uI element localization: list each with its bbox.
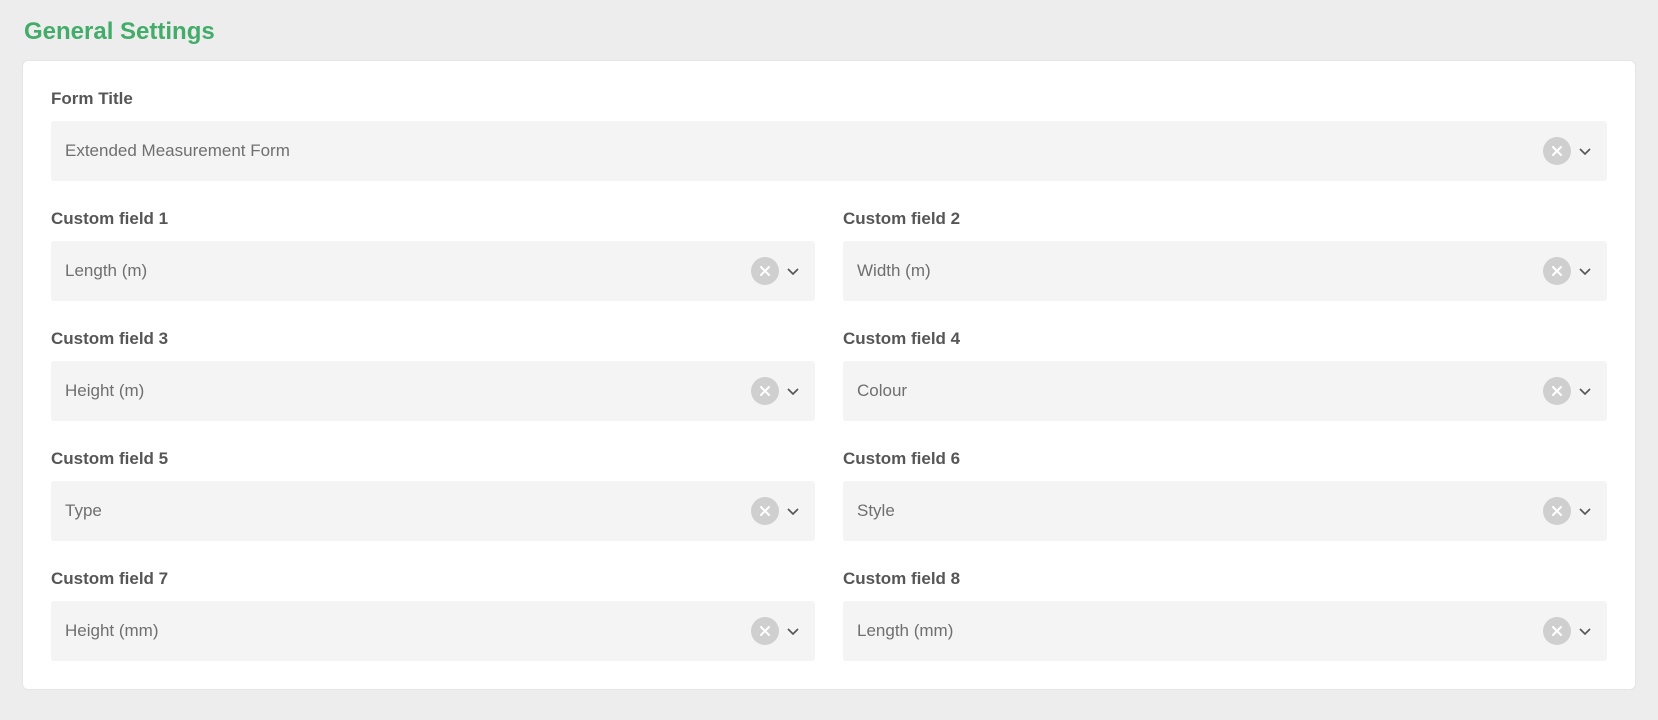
custom-field-input[interactable] xyxy=(857,261,1543,281)
custom-field-label: Custom field 5 xyxy=(51,449,815,469)
chevron-down-icon[interactable] xyxy=(785,386,801,396)
custom-field-label: Custom field 7 xyxy=(51,569,815,589)
custom-field-controls xyxy=(1543,497,1593,525)
form-title-label: Form Title xyxy=(51,89,1607,109)
chevron-down-icon[interactable] xyxy=(785,626,801,636)
clear-icon[interactable] xyxy=(1543,257,1571,285)
custom-field-8: Custom field 8 xyxy=(843,569,1607,661)
custom-field-label: Custom field 1 xyxy=(51,209,815,229)
custom-field-7: Custom field 7 xyxy=(51,569,815,661)
custom-field-input[interactable] xyxy=(65,261,751,281)
custom-field-label: Custom field 6 xyxy=(843,449,1607,469)
custom-field-input-wrap xyxy=(51,241,815,301)
custom-field-input[interactable] xyxy=(65,501,751,521)
form-title-field: Form Title xyxy=(51,89,1607,181)
chevron-down-icon[interactable] xyxy=(1577,506,1593,516)
custom-field-label: Custom field 4 xyxy=(843,329,1607,349)
custom-field-input-wrap xyxy=(843,361,1607,421)
section-title: General Settings xyxy=(24,18,1636,46)
custom-field-input-wrap xyxy=(51,361,815,421)
custom-field-input[interactable] xyxy=(65,381,751,401)
chevron-down-icon[interactable] xyxy=(785,506,801,516)
clear-icon[interactable] xyxy=(751,377,779,405)
custom-field-input-wrap xyxy=(843,481,1607,541)
clear-icon[interactable] xyxy=(751,617,779,645)
custom-field-input[interactable] xyxy=(857,621,1543,641)
custom-field-controls xyxy=(1543,377,1593,405)
form-title-input-wrap xyxy=(51,121,1607,181)
chevron-down-icon[interactable] xyxy=(785,266,801,276)
chevron-down-icon[interactable] xyxy=(1577,266,1593,276)
clear-icon[interactable] xyxy=(1543,497,1571,525)
chevron-down-icon[interactable] xyxy=(1577,146,1593,156)
custom-field-label: Custom field 3 xyxy=(51,329,815,349)
custom-field-controls xyxy=(751,377,801,405)
custom-field-label: Custom field 2 xyxy=(843,209,1607,229)
custom-field-label: Custom field 8 xyxy=(843,569,1607,589)
custom-field-controls xyxy=(1543,257,1593,285)
clear-icon[interactable] xyxy=(751,257,779,285)
custom-field-input[interactable] xyxy=(65,621,751,641)
custom-field-controls xyxy=(751,257,801,285)
custom-field-controls xyxy=(1543,617,1593,645)
clear-icon[interactable] xyxy=(751,497,779,525)
custom-field-controls xyxy=(751,497,801,525)
custom-field-input[interactable] xyxy=(857,381,1543,401)
custom-field-input[interactable] xyxy=(857,501,1543,521)
clear-icon[interactable] xyxy=(1543,377,1571,405)
clear-icon[interactable] xyxy=(1543,137,1571,165)
custom-field-6: Custom field 6 xyxy=(843,449,1607,541)
chevron-down-icon[interactable] xyxy=(1577,626,1593,636)
custom-field-3: Custom field 3 xyxy=(51,329,815,421)
form-title-input[interactable] xyxy=(65,141,1543,161)
custom-field-4: Custom field 4 xyxy=(843,329,1607,421)
settings-panel: Form Title Custom field 1 xyxy=(22,60,1636,690)
custom-field-input-wrap xyxy=(51,601,815,661)
custom-field-controls xyxy=(751,617,801,645)
custom-field-input-wrap xyxy=(51,481,815,541)
custom-field-5: Custom field 5 xyxy=(51,449,815,541)
custom-field-1: Custom field 1 xyxy=(51,209,815,301)
chevron-down-icon[interactable] xyxy=(1577,386,1593,396)
form-title-controls xyxy=(1543,137,1593,165)
custom-field-2: Custom field 2 xyxy=(843,209,1607,301)
custom-field-input-wrap xyxy=(843,601,1607,661)
clear-icon[interactable] xyxy=(1543,617,1571,645)
custom-field-input-wrap xyxy=(843,241,1607,301)
